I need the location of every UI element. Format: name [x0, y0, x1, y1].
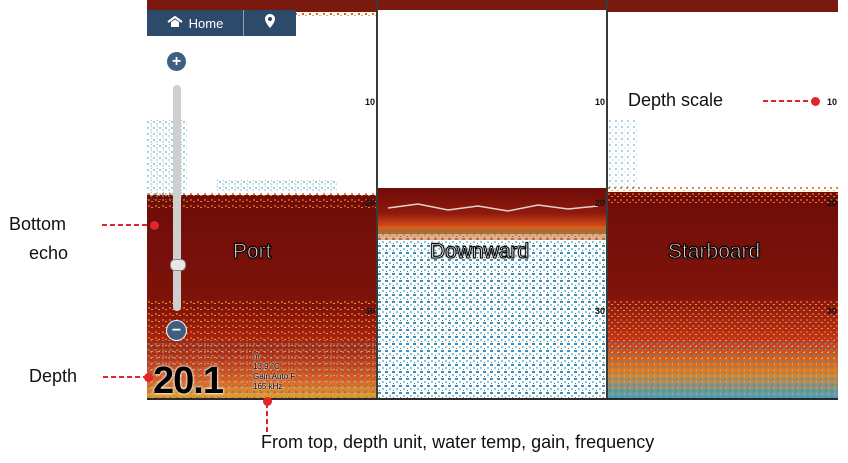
- location-pin-button[interactable]: [244, 10, 296, 36]
- depth-tick-20: 20: [365, 198, 376, 208]
- depth-tick-20: 20: [595, 198, 606, 208]
- depth-tick-30: 30: [365, 306, 376, 316]
- panel-label-starboard: Starboard: [667, 240, 761, 264]
- gain-readout: Gain Auto F: [253, 372, 296, 381]
- starboard-echo-image: [608, 0, 838, 398]
- downward-echo-image: [378, 0, 606, 398]
- callout-dot-depth: [144, 373, 153, 382]
- depth-tick-30: 30: [595, 306, 606, 316]
- water-temp: 13.9 °C: [253, 362, 280, 371]
- depth-tick-20: 20: [827, 198, 838, 208]
- callout-info: From top, depth unit, water temp, gain, …: [261, 432, 655, 452]
- home-label: Home: [188, 15, 224, 31]
- top-toolbar: Home: [147, 10, 296, 36]
- depth-tick-10: 10: [595, 97, 606, 107]
- zoom-slider-thumb[interactable]: [170, 259, 186, 271]
- zoom-out-button[interactable]: −: [167, 321, 186, 340]
- depth-tick-10: 10: [827, 97, 838, 107]
- home-icon: [167, 15, 183, 31]
- callout-depth-scale: Depth scale: [628, 90, 724, 110]
- callout-dot-bottom-echo: [150, 221, 159, 230]
- callout-bottom-echo-line2: echo: [29, 243, 69, 263]
- info-readouts: m 13.9 °C Gain Auto F 165 kHz: [253, 352, 295, 392]
- home-button[interactable]: Home: [147, 10, 244, 36]
- location-pin-icon: [265, 13, 275, 33]
- sonar-screen: Port 10 20 30 Downward 10 20 30 Starboar…: [147, 0, 838, 400]
- panel-label-downward: Downward: [429, 240, 530, 264]
- zoom-in-button[interactable]: +: [167, 52, 186, 71]
- zoom-slider-track[interactable]: [173, 85, 181, 311]
- depth-tick-10: 10: [365, 97, 376, 107]
- depth-readout: 20.1: [153, 360, 224, 400]
- downward-panel: Downward 10 20 30: [378, 0, 606, 398]
- panel-label-port: Port: [233, 240, 273, 264]
- callout-depth: Depth: [29, 366, 78, 386]
- starboard-panel: Starboard 10 20 30: [608, 0, 838, 398]
- callout-bottom-echo-line1: Bottom: [9, 214, 67, 234]
- frequency-readout: 165 kHz: [253, 382, 283, 391]
- depth-unit: m: [253, 352, 260, 361]
- callout-dot-depth-scale: [811, 97, 820, 106]
- depth-tick-30: 30: [827, 306, 838, 316]
- callout-dot-info: [263, 397, 272, 406]
